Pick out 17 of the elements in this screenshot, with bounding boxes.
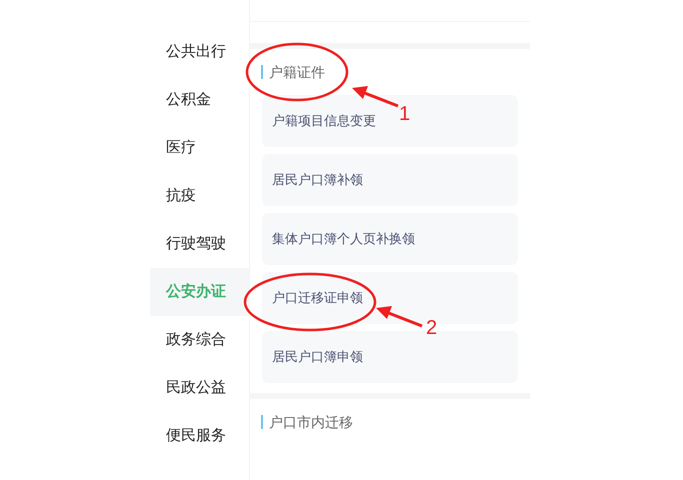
section-title: 户籍证件: [269, 62, 325, 82]
sidebar-item[interactable]: 行驶驾驶: [150, 220, 249, 268]
sidebar-item[interactable]: 公积金: [150, 76, 249, 124]
sidebar-item[interactable]: 公共出行: [150, 28, 249, 76]
service-item[interactable]: 居民户口簿补领: [262, 154, 518, 206]
annotation-number: 1: [399, 104, 410, 124]
section-title: 户口市内迁移: [269, 412, 353, 432]
sidebar-item[interactable]: 抗疫: [150, 172, 249, 220]
sidebar-item[interactable]: 民政公益: [150, 364, 249, 412]
sidebar-item[interactable]: 医疗: [150, 124, 249, 172]
annotation-arrow: [352, 86, 399, 108]
sidebar-item[interactable]: 便民服务: [150, 412, 249, 460]
service-item[interactable]: 集体户口簿个人页补换领: [262, 213, 518, 265]
section-marker: [261, 415, 263, 429]
section-marker: [261, 65, 263, 79]
sidebar-item[interactable]: 政务综合: [150, 316, 249, 364]
annotation-arrow: [376, 306, 423, 328]
